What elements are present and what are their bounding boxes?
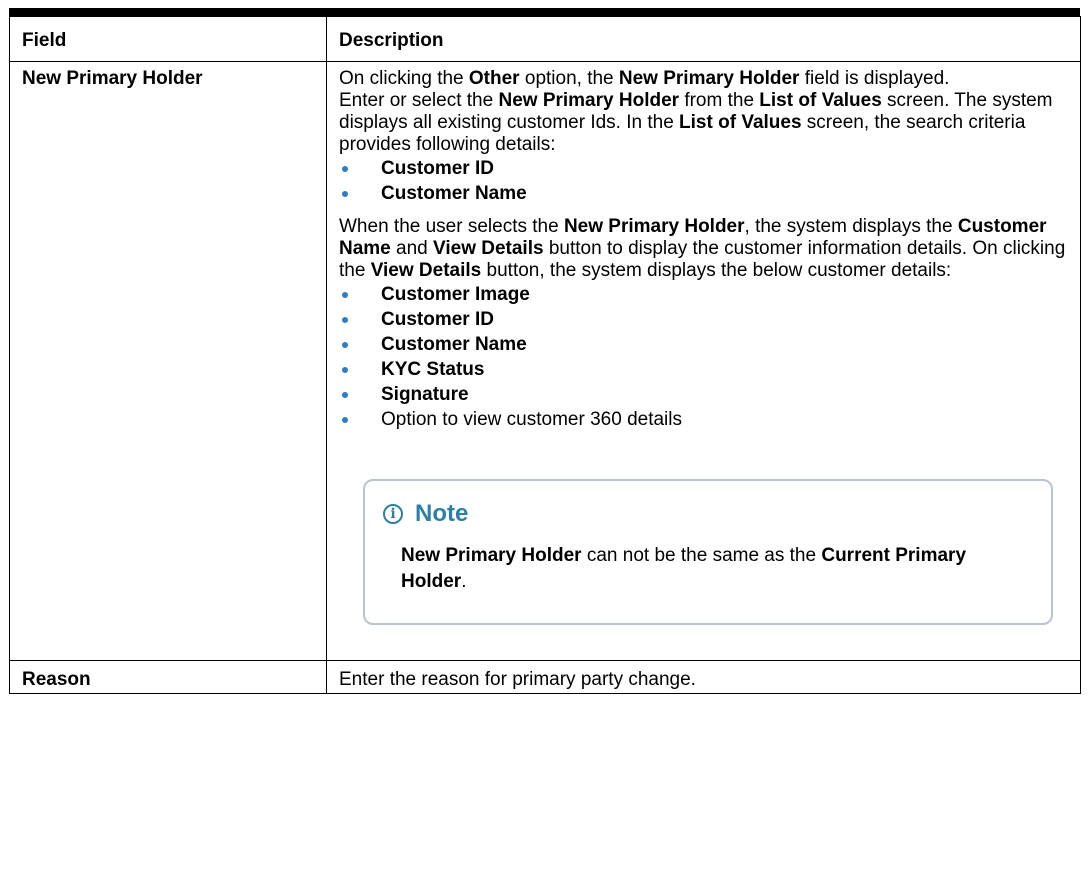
text: can not be the same as the (581, 545, 822, 566)
bullet-list: Customer ID Customer Name (339, 156, 1072, 206)
paragraph: Enter or select the New Primary Holder f… (339, 90, 1072, 156)
note-body: New Primary Holder can not be the same a… (401, 543, 1027, 595)
header-field: Field (9, 16, 327, 62)
text: When the user selects the (339, 216, 564, 237)
bullet-icon (342, 166, 348, 172)
bold-text: List of Values (759, 90, 882, 111)
list-item-label: Customer Name (381, 183, 527, 204)
bold-text: View Details (370, 260, 482, 281)
list-item-label: Customer ID (381, 158, 494, 179)
text: field is displayed. (799, 68, 950, 89)
text: from the (679, 90, 760, 111)
field-description-table: Field Description New Primary Holder On … (9, 16, 1081, 694)
list-item-label: KYC Status (381, 359, 485, 380)
list-item-label: Customer ID (381, 309, 494, 330)
list-item-label: Signature (381, 384, 469, 405)
text: . (461, 571, 467, 592)
bold-text: New Primary Holder (618, 68, 800, 89)
list-item: Option to view customer 360 details (339, 407, 1072, 432)
table-header-row: Field Description (9, 16, 1081, 62)
bullet-icon (342, 317, 348, 323)
bold-text: New Primary Holder (498, 90, 680, 111)
field-description: Enter the reason for primary party chang… (326, 660, 1081, 694)
bullet-icon (342, 367, 348, 373)
note-header: i Note (383, 500, 1027, 527)
bold-text: Other (468, 68, 520, 89)
list-item-label: Option to view customer 360 details (381, 409, 682, 430)
list-item: Customer Name (339, 181, 1072, 206)
list-item: KYC Status (339, 357, 1072, 382)
bold-text: New Primary Holder (401, 545, 582, 566)
list-item-label: Customer Name (381, 334, 527, 355)
field-name: New Primary Holder (9, 61, 327, 661)
text: and (390, 238, 434, 259)
bullet-icon (342, 417, 348, 423)
text: On clicking the (339, 68, 469, 89)
bullet-list: Customer Image Customer ID Customer Name… (339, 282, 1072, 432)
list-item: Customer Name (339, 332, 1072, 357)
info-icon: i (383, 504, 403, 524)
bullet-icon (342, 392, 348, 398)
list-item: Customer Image (339, 282, 1072, 307)
bold-text: List of Values (679, 112, 802, 133)
field-name: Reason (9, 660, 327, 694)
text: option, the (519, 68, 619, 89)
text: button, the system displays the below cu… (481, 260, 952, 281)
list-item: Customer ID (339, 307, 1072, 332)
bullet-icon (342, 292, 348, 298)
list-item-label: Customer Image (381, 284, 530, 305)
list-item: Signature (339, 382, 1072, 407)
table-row: Reason Enter the reason for primary part… (9, 660, 1081, 694)
bold-text: View Details (433, 238, 544, 259)
bullet-icon (342, 191, 348, 197)
text: , the system displays the (744, 216, 958, 237)
list-item: Customer ID (339, 156, 1072, 181)
field-description: On clicking the Other option, the New Pr… (326, 61, 1081, 661)
text: Enter or select the (339, 90, 499, 111)
table-row: New Primary Holder On clicking the Other… (9, 61, 1081, 661)
paragraph: When the user selects the New Primary Ho… (339, 216, 1072, 282)
paragraph: On clicking the Other option, the New Pr… (339, 68, 1072, 90)
bullet-icon (342, 342, 348, 348)
note-title: Note (415, 500, 469, 527)
note-box: i Note New Primary Holder can not be the… (363, 479, 1053, 625)
header-description: Description (326, 16, 1081, 62)
bold-text: New Primary Holder (563, 216, 745, 237)
